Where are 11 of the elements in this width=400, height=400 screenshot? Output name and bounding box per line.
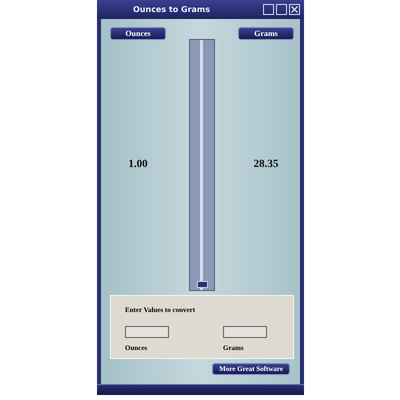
window-title: Ounces to Grams — [133, 5, 210, 14]
minimize-icon[interactable] — [263, 4, 274, 15]
slider-thumb[interactable] — [197, 281, 208, 288]
maximize-icon[interactable] — [276, 4, 287, 15]
close-icon[interactable] — [289, 4, 300, 15]
ounces-value: 1.00 — [128, 158, 148, 170]
unit-button[interactable]: Grams — [238, 27, 294, 40]
input-field[interactable] — [125, 326, 169, 338]
grams-value: 28.35 — [254, 158, 278, 170]
input-field[interactable] — [223, 326, 267, 338]
unit-button[interactable]: Ounces — [110, 27, 166, 40]
